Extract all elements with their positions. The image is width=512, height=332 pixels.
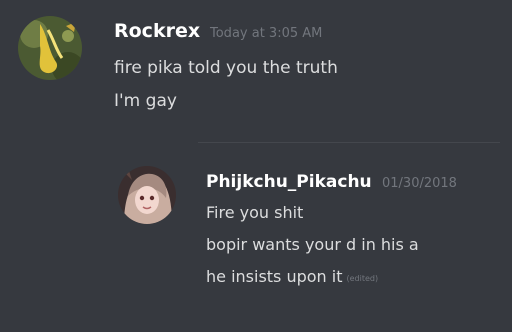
timestamp: 01/30/2018 [382, 176, 457, 191]
chat-view: Rockrex Today at 3:05 AM fire pika told … [0, 0, 512, 332]
message-text-edited: he insists upon it (edited) [206, 267, 378, 286]
message-text: Fire you shit [206, 203, 304, 222]
message-text: he insists upon it [206, 267, 343, 286]
message-divider [198, 142, 500, 143]
username[interactable]: Rockrex [114, 20, 200, 42]
message-text: fire pika told you the truth [114, 58, 338, 78]
edited-indicator: (edited) [346, 274, 379, 283]
phijkchu-avatar-icon[interactable] [118, 166, 176, 224]
message-text: bopir wants your d in his a [206, 235, 419, 254]
username[interactable]: Phijkchu_Pikachu [206, 172, 372, 192]
message-text: I'm gay [114, 91, 177, 111]
timestamp: Today at 3:05 AM [210, 26, 323, 41]
rockrex-avatar-icon[interactable] [18, 16, 82, 80]
